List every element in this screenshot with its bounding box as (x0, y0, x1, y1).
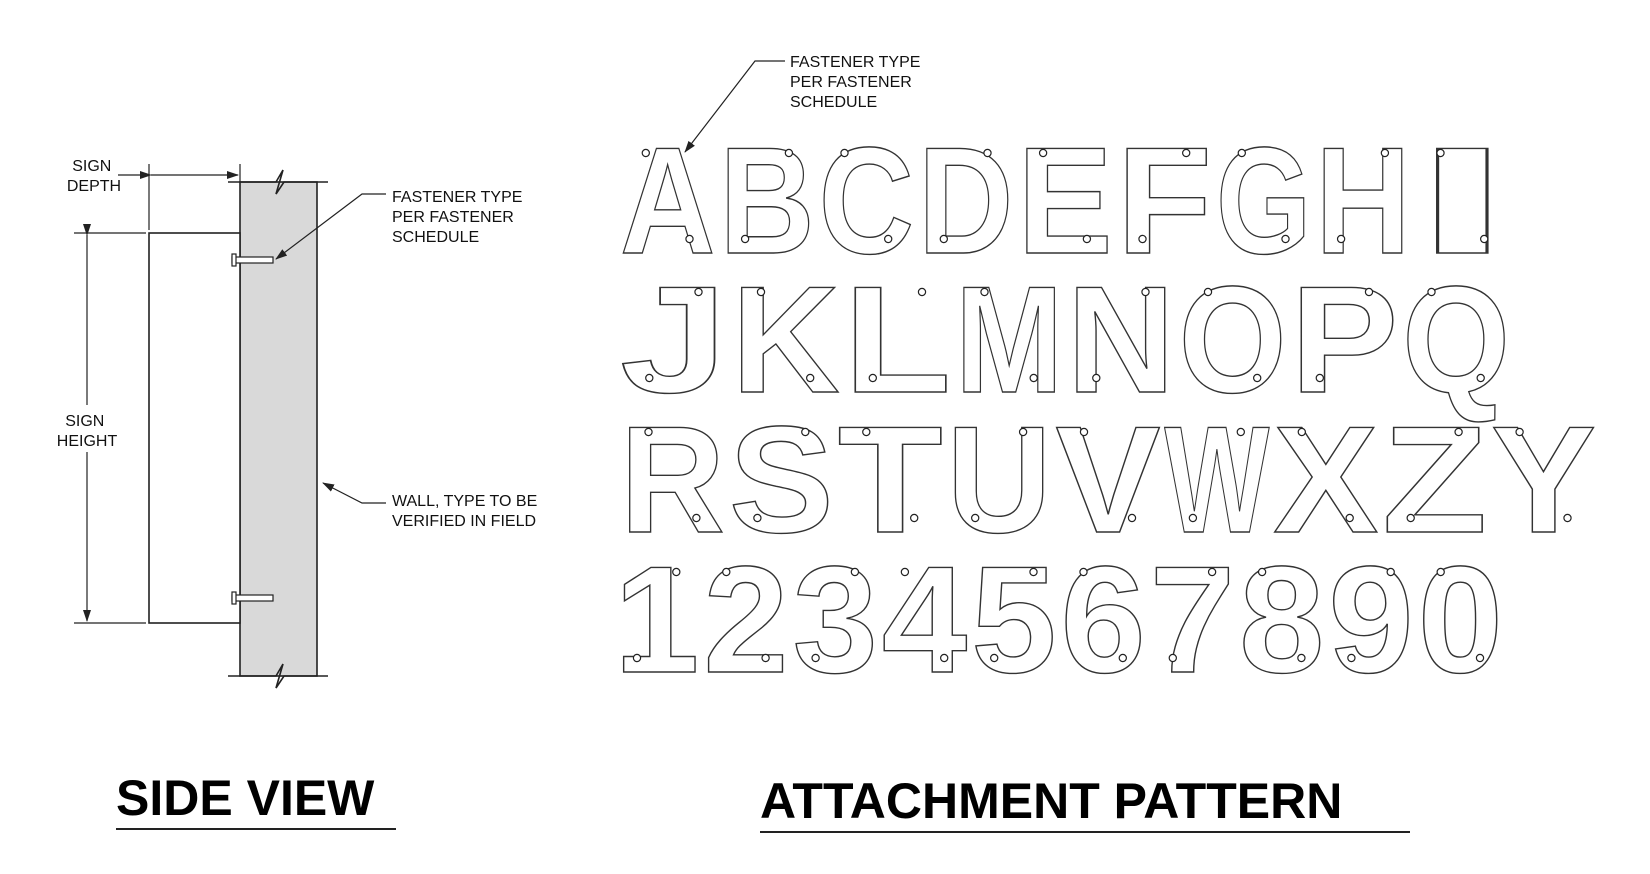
circle-icon (1563, 513, 1572, 523)
circle-icon (685, 234, 694, 244)
circle-icon (940, 653, 949, 663)
sign-body (148, 232, 241, 624)
circle-icon (939, 234, 949, 244)
circle-icon (850, 567, 860, 577)
glyph-9: 9 (1328, 535, 1413, 705)
glyph-5: 5 (971, 535, 1056, 705)
glyph-y: Y (1491, 395, 1596, 565)
circle-icon (868, 373, 878, 383)
circle-icon (1079, 567, 1088, 577)
circle-icon (740, 234, 750, 244)
glyph-3: 3 (793, 535, 878, 705)
circle-icon (692, 513, 701, 523)
wall-leader (322, 482, 386, 504)
circle-icon (1237, 148, 1247, 158)
circle-icon (1479, 234, 1489, 244)
sign-height-label: SIGN HEIGHT (57, 413, 118, 450)
circle-icon (971, 513, 980, 523)
circle-icon (980, 287, 989, 297)
circle-icon (753, 513, 762, 523)
glyph-4: 4 (882, 535, 967, 705)
drawing-sheet: SIGN DEPTH SIGN HEIGHT FASTENER TYPE PER… (57, 54, 1597, 833)
side-view-title: SIDE VIEW (116, 770, 375, 826)
circle-icon (1018, 427, 1028, 437)
circle-icon (806, 373, 815, 383)
circle-icon (1141, 287, 1150, 297)
circle-icon (1345, 513, 1354, 523)
circle-icon (1476, 373, 1485, 383)
circle-icon (641, 148, 651, 158)
circle-icon (1436, 567, 1445, 577)
sign-depth-label: SIGN DEPTH (67, 158, 121, 195)
circle-icon (1364, 287, 1374, 297)
circle-icon (1336, 234, 1346, 244)
circle-icon (1118, 653, 1128, 663)
pattern-fastener-note: FASTENER TYPE PER FASTENER SCHEDULE (790, 54, 925, 111)
circle-icon (1297, 653, 1306, 663)
circle-icon (1427, 287, 1436, 297)
circle-icon (1380, 148, 1390, 158)
circle-icon (1188, 513, 1198, 523)
circle-icon (1092, 373, 1101, 383)
circle-icon (756, 287, 766, 297)
circle-icon (1236, 427, 1246, 437)
circle-icon (917, 287, 927, 297)
side-view: SIGN DEPTH SIGN HEIGHT FASTENER TYPE PER… (57, 158, 542, 830)
circle-icon (1406, 513, 1415, 523)
circle-icon (862, 427, 871, 437)
circle-icon (1347, 653, 1356, 663)
wall-section (239, 181, 318, 677)
side-fastener-note: FASTENER TYPE PER FASTENER SCHEDULE (392, 189, 527, 246)
circle-icon (645, 373, 654, 383)
circle-icon (632, 653, 642, 663)
circle-icon (910, 513, 919, 523)
glyph-8: 8 (1239, 535, 1324, 705)
circle-icon (1029, 567, 1038, 577)
circle-icon (1257, 567, 1267, 577)
circle-icon (990, 653, 999, 663)
attachment-pattern: FASTENER TYPE PER FASTENER SCHEDULE ABCD… (613, 54, 1597, 833)
circle-icon (900, 567, 910, 577)
circle-icon (801, 427, 810, 437)
circle-icon (1515, 427, 1524, 437)
glyph-1: 1 (614, 535, 699, 705)
circle-icon (1038, 148, 1048, 158)
circle-icon (672, 567, 681, 577)
circle-icon (1138, 234, 1147, 244)
circle-icon (1181, 148, 1191, 158)
circle-icon (1252, 373, 1262, 383)
circle-icon (1386, 567, 1395, 577)
circle-icon (1297, 427, 1307, 437)
glyph-6: 6 (1061, 535, 1146, 705)
circle-icon (1082, 234, 1092, 244)
circle-icon (1207, 567, 1217, 577)
circle-icon (1203, 287, 1213, 297)
circle-icon (784, 148, 794, 158)
circle-icon (1127, 513, 1137, 523)
circle-icon (1079, 427, 1089, 437)
circle-icon (761, 653, 770, 663)
circle-icon (644, 427, 653, 437)
circle-icon (884, 234, 893, 244)
circle-icon (694, 287, 703, 297)
letter-glyphs: A B C D E F G H IJ K L M N O P QR S T U V W X Z Y1 2 3 4 5 6 7 8 9 0 (613, 115, 1596, 705)
circle-icon (811, 653, 820, 663)
glyph-0: 0 (1418, 535, 1503, 705)
circle-icon (1029, 373, 1038, 383)
glyph-7: 7 (1150, 535, 1235, 705)
circle-icon (722, 567, 731, 577)
circle-icon (1168, 653, 1178, 663)
circle-icon (1436, 148, 1445, 158)
glyph-2: 2 (703, 535, 788, 705)
circle-icon (840, 148, 849, 158)
circle-icon (983, 148, 992, 158)
circle-icon (1454, 427, 1463, 437)
circle-icon (1281, 234, 1290, 244)
attachment-pattern-title: ATTACHMENT PATTERN (760, 773, 1342, 829)
wall-note: WALL, TYPE TO BE VERIFIED IN FIELD (392, 493, 542, 530)
circle-icon (1475, 653, 1485, 663)
circle-icon (1315, 373, 1325, 383)
